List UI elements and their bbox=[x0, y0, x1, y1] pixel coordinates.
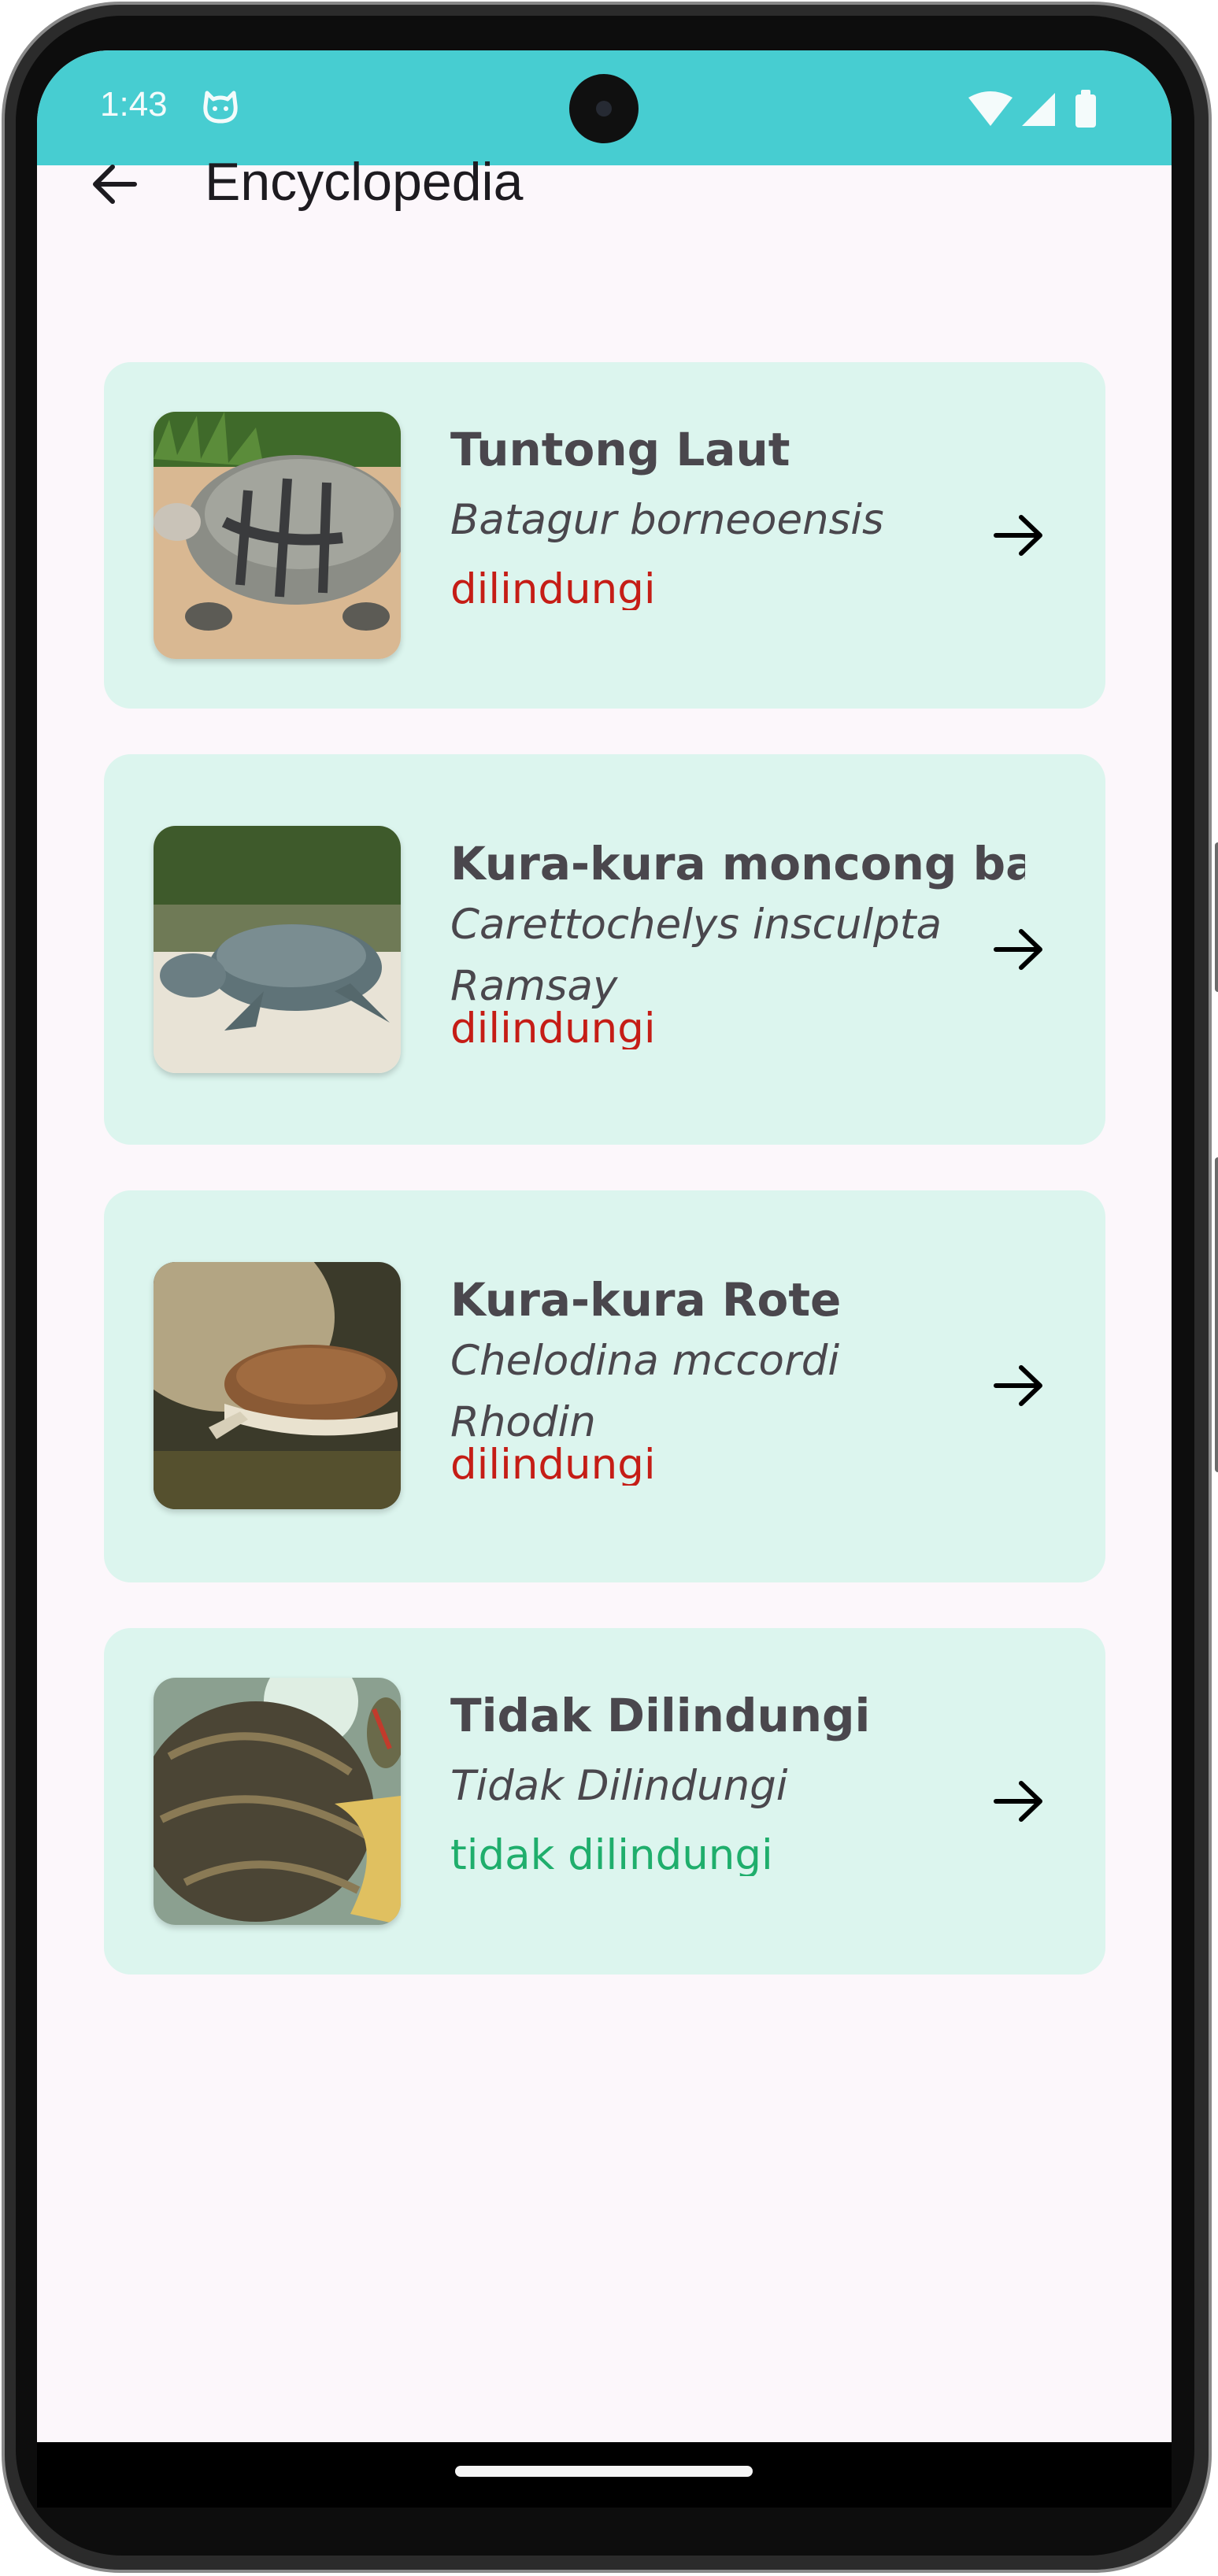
home-indicator[interactable] bbox=[455, 2466, 753, 2477]
phone-device: 1:43 Encyclopedia Tuntong Laut Batagur b… bbox=[0, 0, 1218, 2576]
item-status: dilindungi bbox=[450, 1441, 656, 1486]
kura-kura-moncong-babi-photo bbox=[154, 826, 401, 1073]
item-scientific-name: Carettochelys insculpta Ramsay bbox=[450, 901, 942, 1010]
screen: 1:43 Encyclopedia Tuntong Laut Batagur b… bbox=[37, 50, 1172, 2508]
item-info: Tuntong Laut Batagur borneoensis dilindu… bbox=[450, 427, 1025, 610]
list-item[interactable]: Kura-kura moncong babi Carettochelys ins… bbox=[104, 754, 1105, 1145]
list-item[interactable]: Kura-kura Rote Chelodina mccordi Rhodin … bbox=[104, 1190, 1105, 1582]
power-button bbox=[1215, 1157, 1218, 1472]
app-bar: Encyclopedia bbox=[37, 152, 1172, 299]
status-time: 1:43 bbox=[100, 85, 168, 124]
item-name: Tidak Dilindungi bbox=[450, 1693, 871, 1742]
volume-button bbox=[1215, 842, 1218, 992]
notification-cat-icon bbox=[203, 91, 238, 124]
item-name: Tuntong Laut bbox=[450, 427, 790, 476]
page-title: Encyclopedia bbox=[205, 152, 524, 212]
arrow-back-icon bbox=[93, 165, 137, 204]
item-info: Kura-kura Rote Chelodina mccordi Rhodin … bbox=[450, 1277, 1025, 1486]
tidak-dilindungi-photo bbox=[154, 1678, 401, 1925]
item-status: dilindungi bbox=[450, 565, 656, 610]
item-name: Kura-kura moncong babi bbox=[450, 841, 1025, 890]
item-info: Kura-kura moncong babi Carettochelys ins… bbox=[450, 841, 1025, 1049]
item-info: Tidak Dilindungi Tidak Dilindungi tidak … bbox=[450, 1693, 1025, 1876]
wifi-icon bbox=[968, 91, 1013, 126]
arrow-forward-icon bbox=[994, 515, 1042, 556]
back-button[interactable] bbox=[83, 153, 146, 216]
battery-icon bbox=[1075, 90, 1096, 128]
status-bar: 1:43 bbox=[37, 50, 1172, 165]
kura-kura-rote-photo bbox=[154, 1262, 401, 1509]
arrow-forward-icon bbox=[994, 1781, 1042, 1822]
list-item[interactable]: Tuntong Laut Batagur borneoensis dilindu… bbox=[104, 362, 1105, 709]
arrow-forward-icon bbox=[994, 929, 1042, 970]
front-camera bbox=[569, 74, 639, 143]
item-scientific-name: Chelodina mccordi Rhodin bbox=[450, 1337, 840, 1446]
list-item[interactable]: Tidak Dilindungi Tidak Dilindungi tidak … bbox=[104, 1628, 1105, 1975]
system-navigation-bar bbox=[37, 2442, 1172, 2508]
item-status: dilindungi bbox=[450, 1005, 656, 1049]
status-icons bbox=[968, 90, 1096, 128]
item-status: tidak dilindungi bbox=[450, 1831, 773, 1876]
item-name: Kura-kura Rote bbox=[450, 1277, 842, 1327]
arrow-forward-icon bbox=[994, 1365, 1042, 1406]
tuntong-laut-photo bbox=[154, 412, 401, 659]
signal-icon bbox=[1022, 93, 1055, 126]
item-scientific-name: Batagur borneoensis bbox=[450, 496, 884, 544]
item-scientific-name: Tidak Dilindungi bbox=[450, 1762, 788, 1810]
